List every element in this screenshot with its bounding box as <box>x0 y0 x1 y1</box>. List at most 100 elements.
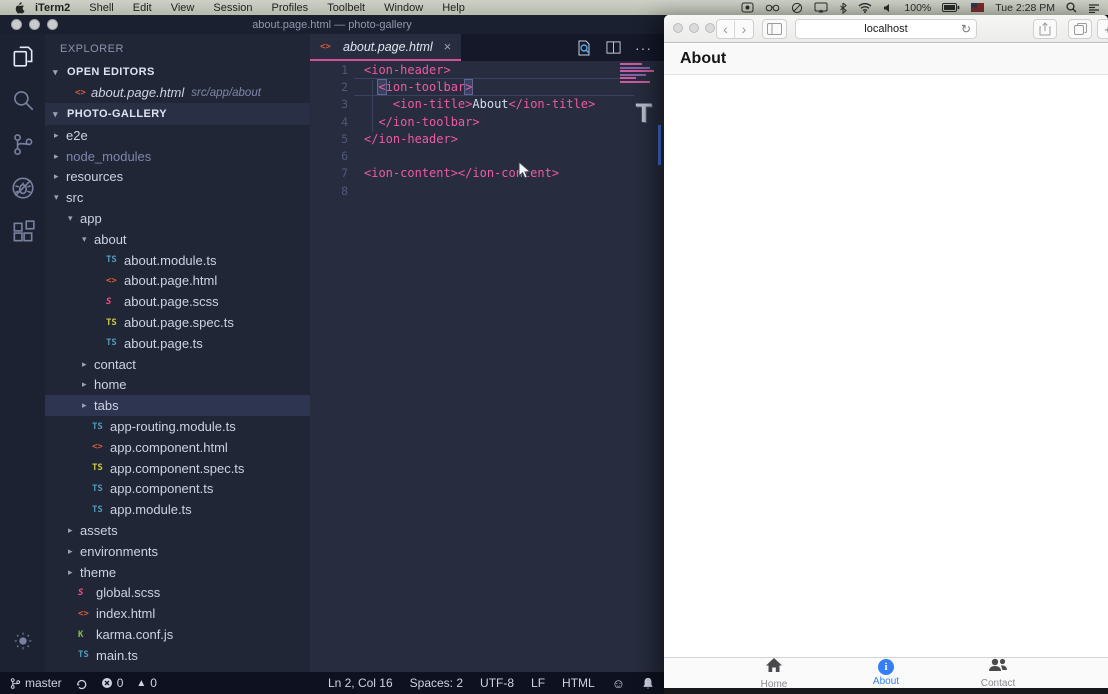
sync-icon[interactable] <box>75 677 88 690</box>
share-icon[interactable] <box>1033 19 1057 39</box>
tree-folder-home[interactable]: ▸home <box>45 375 310 396</box>
tree-file-app.component.html[interactable]: <>app.component.html <box>45 437 310 458</box>
tree-file-index.html[interactable]: <>index.html <box>45 603 310 624</box>
tree-file-global.scss[interactable]: Sglobal.scss <box>45 583 310 604</box>
refresh-icon[interactable]: ↻ <box>961 22 971 36</box>
tree-folder-tabs[interactable]: ▸tabs <box>45 395 310 416</box>
back-icon[interactable]: ‹ <box>717 21 735 38</box>
forward-icon[interactable]: › <box>735 21 753 38</box>
settings-gear-icon[interactable] <box>0 619 45 663</box>
spotlight-search-icon[interactable] <box>1066 2 1077 13</box>
tree-folder-resources[interactable]: ▸resources <box>45 167 310 188</box>
screen-record-icon[interactable] <box>741 2 754 13</box>
close-tab-icon[interactable]: × <box>444 39 452 54</box>
glasses-icon[interactable] <box>765 3 780 12</box>
project-section-header[interactable]: ▾ PHOTO-GALLERY <box>45 103 310 125</box>
tree-folder-e2e[interactable]: ▸e2e <box>45 125 310 146</box>
notifications-bell-icon[interactable] <box>642 677 654 690</box>
status-item-2[interactable]: UTF-8 <box>480 676 514 690</box>
tree-file-about.page.scss[interactable]: Sabout.page.scss <box>45 291 310 312</box>
safari-toolbar[interactable]: ‹ › localhost ↻ + <box>664 15 1108 43</box>
input-flag-icon[interactable] <box>971 3 984 12</box>
more-actions-icon[interactable]: ··· <box>635 40 652 56</box>
close-window-button[interactable] <box>673 23 683 33</box>
tree-file-app.module.ts[interactable]: TSapp.module.ts <box>45 499 310 520</box>
code-line-8[interactable]: 8 <box>310 182 664 199</box>
tree-folder-app[interactable]: ▾app <box>45 208 310 229</box>
tree-file-app-routing.module.ts[interactable]: TSapp-routing.module.ts <box>45 416 310 437</box>
code-line-2[interactable]: 2 <ion-toolbar> <box>310 78 664 95</box>
menu-item-session[interactable]: Session <box>213 2 252 14</box>
menu-item-view[interactable]: View <box>171 2 195 14</box>
do-not-disturb-icon[interactable] <box>791 2 803 14</box>
code-line-4[interactable]: 4 </ion-toolbar> <box>310 113 664 130</box>
tree-file-about.module.ts[interactable]: TSabout.module.ts <box>45 250 310 271</box>
address-bar[interactable]: localhost ↻ <box>795 19 977 39</box>
minimize-window-button[interactable] <box>689 23 699 33</box>
git-branch-indicator[interactable]: master <box>10 676 62 690</box>
menu-item-toolbelt[interactable]: Toolbelt <box>327 2 365 14</box>
tree-folder-node_modules[interactable]: ▸node_modules <box>45 146 310 167</box>
menu-item-window[interactable]: Window <box>384 2 423 14</box>
app-menu-item[interactable]: iTerm2 <box>35 2 70 14</box>
extensions-icon[interactable] <box>0 210 45 254</box>
vscode-title-bar[interactable]: about.page.html — photo-gallery <box>0 15 664 34</box>
tree-file-app.component.spec.ts[interactable]: TSapp.component.spec.ts <box>45 458 310 479</box>
tree-folder-theme[interactable]: ▸theme <box>45 562 310 583</box>
minimize-window-button[interactable] <box>29 19 40 30</box>
open-editors-header[interactable]: ▾ OPEN EDITORS <box>45 62 310 82</box>
menu-bar-clock[interactable]: Tue 2:28 PM <box>995 2 1055 14</box>
code-line-5[interactable]: 5</ion-header> <box>310 130 664 147</box>
code-line-6[interactable]: 6 <box>310 147 664 164</box>
close-window-button[interactable] <box>11 19 22 30</box>
sidebar-icon[interactable] <box>762 19 787 39</box>
minimap[interactable] <box>620 63 654 84</box>
notification-center-icon[interactable] <box>1088 3 1100 13</box>
apple-menu-icon[interactable] <box>14 1 25 14</box>
errors-indicator[interactable]: 0 <box>101 676 124 690</box>
source-control-icon[interactable] <box>0 122 45 166</box>
code-line-1[interactable]: 1<ion-header> <box>310 61 664 78</box>
feedback-smiley-icon[interactable]: ☺ <box>612 676 625 691</box>
menu-item-shell[interactable]: Shell <box>89 2 113 14</box>
tree-folder-contact[interactable]: ▸contact <box>45 354 310 375</box>
volume-icon[interactable] <box>883 3 893 13</box>
tree-file-about.page.spec.ts[interactable]: TSabout.page.spec.ts <box>45 312 310 333</box>
tree-folder-assets[interactable]: ▸assets <box>45 520 310 541</box>
zoom-window-button[interactable] <box>705 23 715 33</box>
split-editor-icon[interactable] <box>606 40 621 55</box>
status-item-4[interactable]: HTML <box>562 676 595 690</box>
tree-file-karma.conf.js[interactable]: Kkarma.conf.js <box>45 624 310 645</box>
status-item-1[interactable]: Spaces: 2 <box>410 676 463 690</box>
tree-file-about.page.ts[interactable]: TSabout.page.ts <box>45 333 310 354</box>
tree-folder-environments[interactable]: ▸environments <box>45 541 310 562</box>
explorer-icon[interactable] <box>0 34 45 78</box>
tab-home[interactable]: Home <box>718 658 830 688</box>
status-item-3[interactable]: LF <box>531 676 545 690</box>
find-in-file-icon[interactable] <box>576 40 592 56</box>
editor-tab-about-page-html[interactable]: <> about.page.html × <box>310 34 461 61</box>
menu-item-edit[interactable]: Edit <box>133 2 152 14</box>
tree-file-about.page.html[interactable]: <>about.page.html <box>45 271 310 292</box>
new-tab-icon[interactable]: + <box>1097 19 1108 39</box>
bluetooth-icon[interactable] <box>839 2 847 14</box>
code-area[interactable]: 1<ion-header>2 <ion-toolbar>3 <ion-title… <box>310 61 664 672</box>
menu-item-profiles[interactable]: Profiles <box>272 2 309 14</box>
battery-icon[interactable] <box>942 3 960 12</box>
status-item-0[interactable]: Ln 2, Col 16 <box>328 676 393 690</box>
menu-item-help[interactable]: Help <box>442 2 465 14</box>
tab-about[interactable]: iAbout <box>830 658 942 688</box>
zoom-window-button[interactable] <box>47 19 58 30</box>
tree-file-main.ts[interactable]: TSmain.ts <box>45 645 310 666</box>
open-editor-item[interactable]: <>about.page.htmlsrc/app/about <box>45 82 310 103</box>
wifi-icon[interactable] <box>858 2 872 13</box>
tab-overview-icon[interactable] <box>1068 19 1092 39</box>
airplay-display-icon[interactable] <box>814 2 828 13</box>
code-line-7[interactable]: 7<ion-content></ion-content> <box>310 165 664 182</box>
tree-file-app.component.ts[interactable]: TSapp.component.ts <box>45 479 310 500</box>
warnings-indicator[interactable]: ▲ 0 <box>136 676 157 690</box>
tree-folder-src[interactable]: ▾src <box>45 187 310 208</box>
search-icon[interactable] <box>0 78 45 122</box>
debug-icon[interactable] <box>0 166 45 210</box>
code-line-3[interactable]: 3 <ion-title>About</ion-title> <box>310 96 664 113</box>
